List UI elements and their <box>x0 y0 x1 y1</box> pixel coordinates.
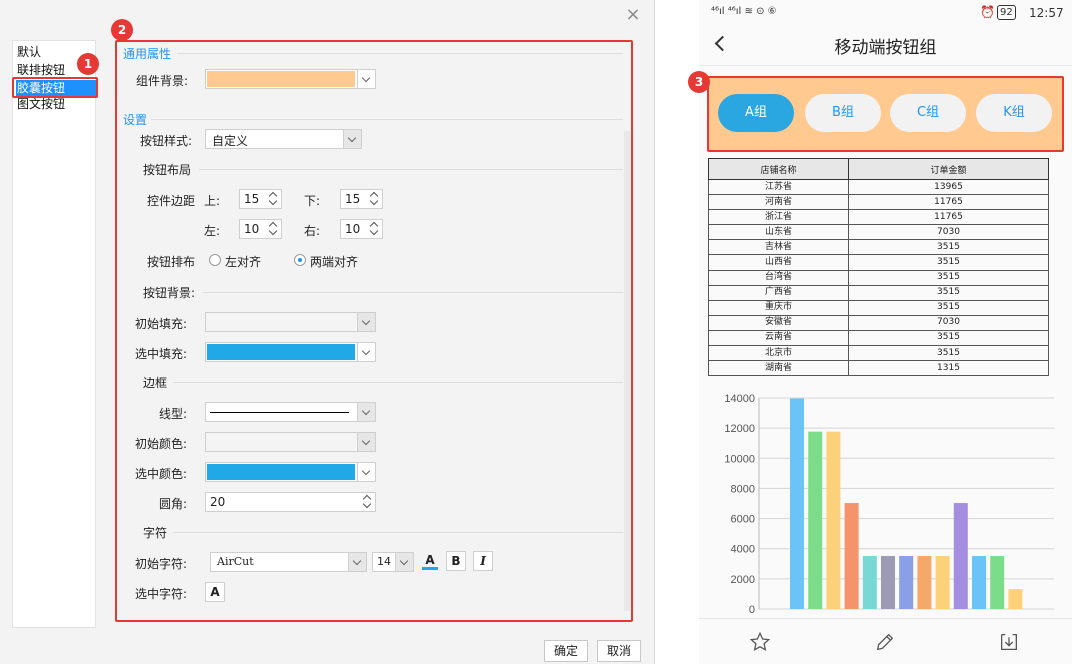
cell-amount: 3515 <box>848 254 1049 271</box>
alarm-icon: ⏰ <box>980 5 995 19</box>
cell-amount: 13965 <box>848 178 1049 196</box>
button-settings-dialog: × 默认 联排按钮 胶囊按钮 图文按钮 1 通用属性 组件背景: 设置 按钮样式… <box>0 0 655 664</box>
callout-badge-2: 2 <box>111 19 133 41</box>
cell-amount: 3515 <box>848 284 1049 301</box>
cell-shop: 浙江省 <box>708 209 849 226</box>
table-row: 广西省 3515 <box>708 284 1049 301</box>
table-row: 河南省 11765 <box>708 194 1049 211</box>
cell-shop: 山东省 <box>708 224 849 241</box>
y-tick-label: 10000 <box>724 453 755 465</box>
type-item-image-text[interactable]: 图文按钮 <box>16 96 65 112</box>
status-time: 12:57 <box>1029 6 1064 20</box>
cell-shop: 广西省 <box>708 284 849 301</box>
bar[interactable] <box>935 556 950 609</box>
pencil-icon[interactable] <box>874 631 896 653</box>
mobile-preview: ⁴⁶ıl ⁴⁶ıl ≋ ⊙ ⑥ ⏰ 92 12:57 移动端按钮组 A组 B组 … <box>699 0 1072 664</box>
order-table: 店铺名称 订单金额 江苏省 13965 河南省 11765 浙江省 11765 山东省 703… <box>708 158 1049 377</box>
cell-amount: 1315 <box>848 360 1049 377</box>
star-icon[interactable] <box>749 631 771 653</box>
cell-shop: 云南省 <box>708 329 849 347</box>
cell-shop: 湖南省 <box>708 360 849 377</box>
download-icon[interactable] <box>998 631 1020 653</box>
bar[interactable] <box>808 431 823 609</box>
table-header-row: 店铺名称 订单金额 <box>708 158 1049 180</box>
type-item-default[interactable]: 默认 <box>16 44 41 60</box>
table-row: 重庆市 3515 <box>708 299 1049 316</box>
cell-amount: 7030 <box>848 224 1049 241</box>
bar[interactable] <box>899 556 914 609</box>
y-tick-label: 0 <box>749 604 755 616</box>
nav-bar: 移动端按钮组 <box>699 26 1072 66</box>
bar[interactable] <box>972 556 986 609</box>
bottom-toolbar <box>699 618 1072 664</box>
cell-amount: 7030 <box>848 314 1049 331</box>
table-header-amount: 订单金额 <box>848 158 1049 180</box>
highlight-box-1 <box>12 77 98 98</box>
cell-shop: 山西省 <box>708 254 849 271</box>
cell-shop: 江苏省 <box>708 178 849 196</box>
table-row: 山西省 3515 <box>708 254 1049 271</box>
bar[interactable] <box>790 398 804 609</box>
cancel-button[interactable]: 取消 <box>597 640 641 662</box>
bar[interactable] <box>881 556 895 609</box>
cell-shop: 北京市 <box>708 345 849 362</box>
bar[interactable] <box>953 503 968 609</box>
status-bar: ⁴⁶ıl ⁴⁶ıl ≋ ⊙ ⑥ ⏰ 92 12:57 <box>699 0 1072 26</box>
cell-amount: 3515 <box>848 269 1049 286</box>
table-row: 台湾省 3515 <box>708 269 1049 286</box>
y-tick-label: 12000 <box>724 423 755 435</box>
bar[interactable] <box>990 556 1005 609</box>
y-tick-label: 8000 <box>731 483 755 495</box>
cell-shop: 吉林省 <box>708 239 849 256</box>
table-row: 安徽省 7030 <box>708 314 1049 331</box>
cell-amount: 11765 <box>848 194 1049 211</box>
cell-amount: 11765 <box>848 209 1049 226</box>
bar[interactable] <box>1008 589 1023 609</box>
page-title: 移动端按钮组 <box>834 38 937 58</box>
cell-amount: 3515 <box>848 239 1049 256</box>
cell-amount: 3515 <box>848 299 1049 316</box>
highlight-box-3 <box>707 76 1064 152</box>
cell-amount: 3515 <box>848 329 1049 347</box>
table-row: 山东省 7030 <box>708 224 1049 241</box>
table-row: 北京市 3515 <box>708 345 1049 362</box>
bar[interactable] <box>844 503 859 609</box>
table-row: 湖南省 1315 <box>708 360 1049 377</box>
y-tick-label: 14000 <box>724 393 755 405</box>
table-header-shop: 店铺名称 <box>708 158 849 180</box>
battery-icon: 92 <box>997 5 1016 20</box>
y-tick-label: 4000 <box>731 544 755 556</box>
table-row: 江苏省 13965 <box>708 178 1049 196</box>
callout-badge-3: 3 <box>688 71 710 93</box>
highlight-box-2 <box>115 40 633 622</box>
cell-shop: 安徽省 <box>708 314 849 331</box>
ok-button[interactable]: 确定 <box>544 640 588 662</box>
callout-badge-1: 1 <box>77 53 99 75</box>
bar[interactable] <box>826 431 841 609</box>
table-row: 吉林省 3515 <box>708 239 1049 256</box>
cell-shop: 河南省 <box>708 194 849 211</box>
signal-icons: ⁴⁶ıl ⁴⁶ıl ≋ ⊙ ⑥ <box>711 6 777 17</box>
cell-amount: 3515 <box>848 345 1049 362</box>
type-item-linked[interactable]: 联排按钮 <box>16 62 65 78</box>
bar[interactable] <box>917 556 932 609</box>
y-tick-label: 2000 <box>731 574 755 586</box>
table-row: 浙江省 11765 <box>708 209 1049 226</box>
cell-shop: 台湾省 <box>708 269 849 286</box>
close-icon[interactable]: × <box>624 6 642 24</box>
y-tick-label: 6000 <box>731 514 755 526</box>
button-type-list: 默认 联排按钮 胶囊按钮 图文按钮 <box>12 40 96 628</box>
bar[interactable] <box>862 556 877 609</box>
table-row: 云南省 3515 <box>708 329 1049 347</box>
cell-shop: 重庆市 <box>708 299 849 316</box>
bar-chart: 0 2000 4000 6000 8000 10000 12000 14000 <box>724 393 1054 616</box>
